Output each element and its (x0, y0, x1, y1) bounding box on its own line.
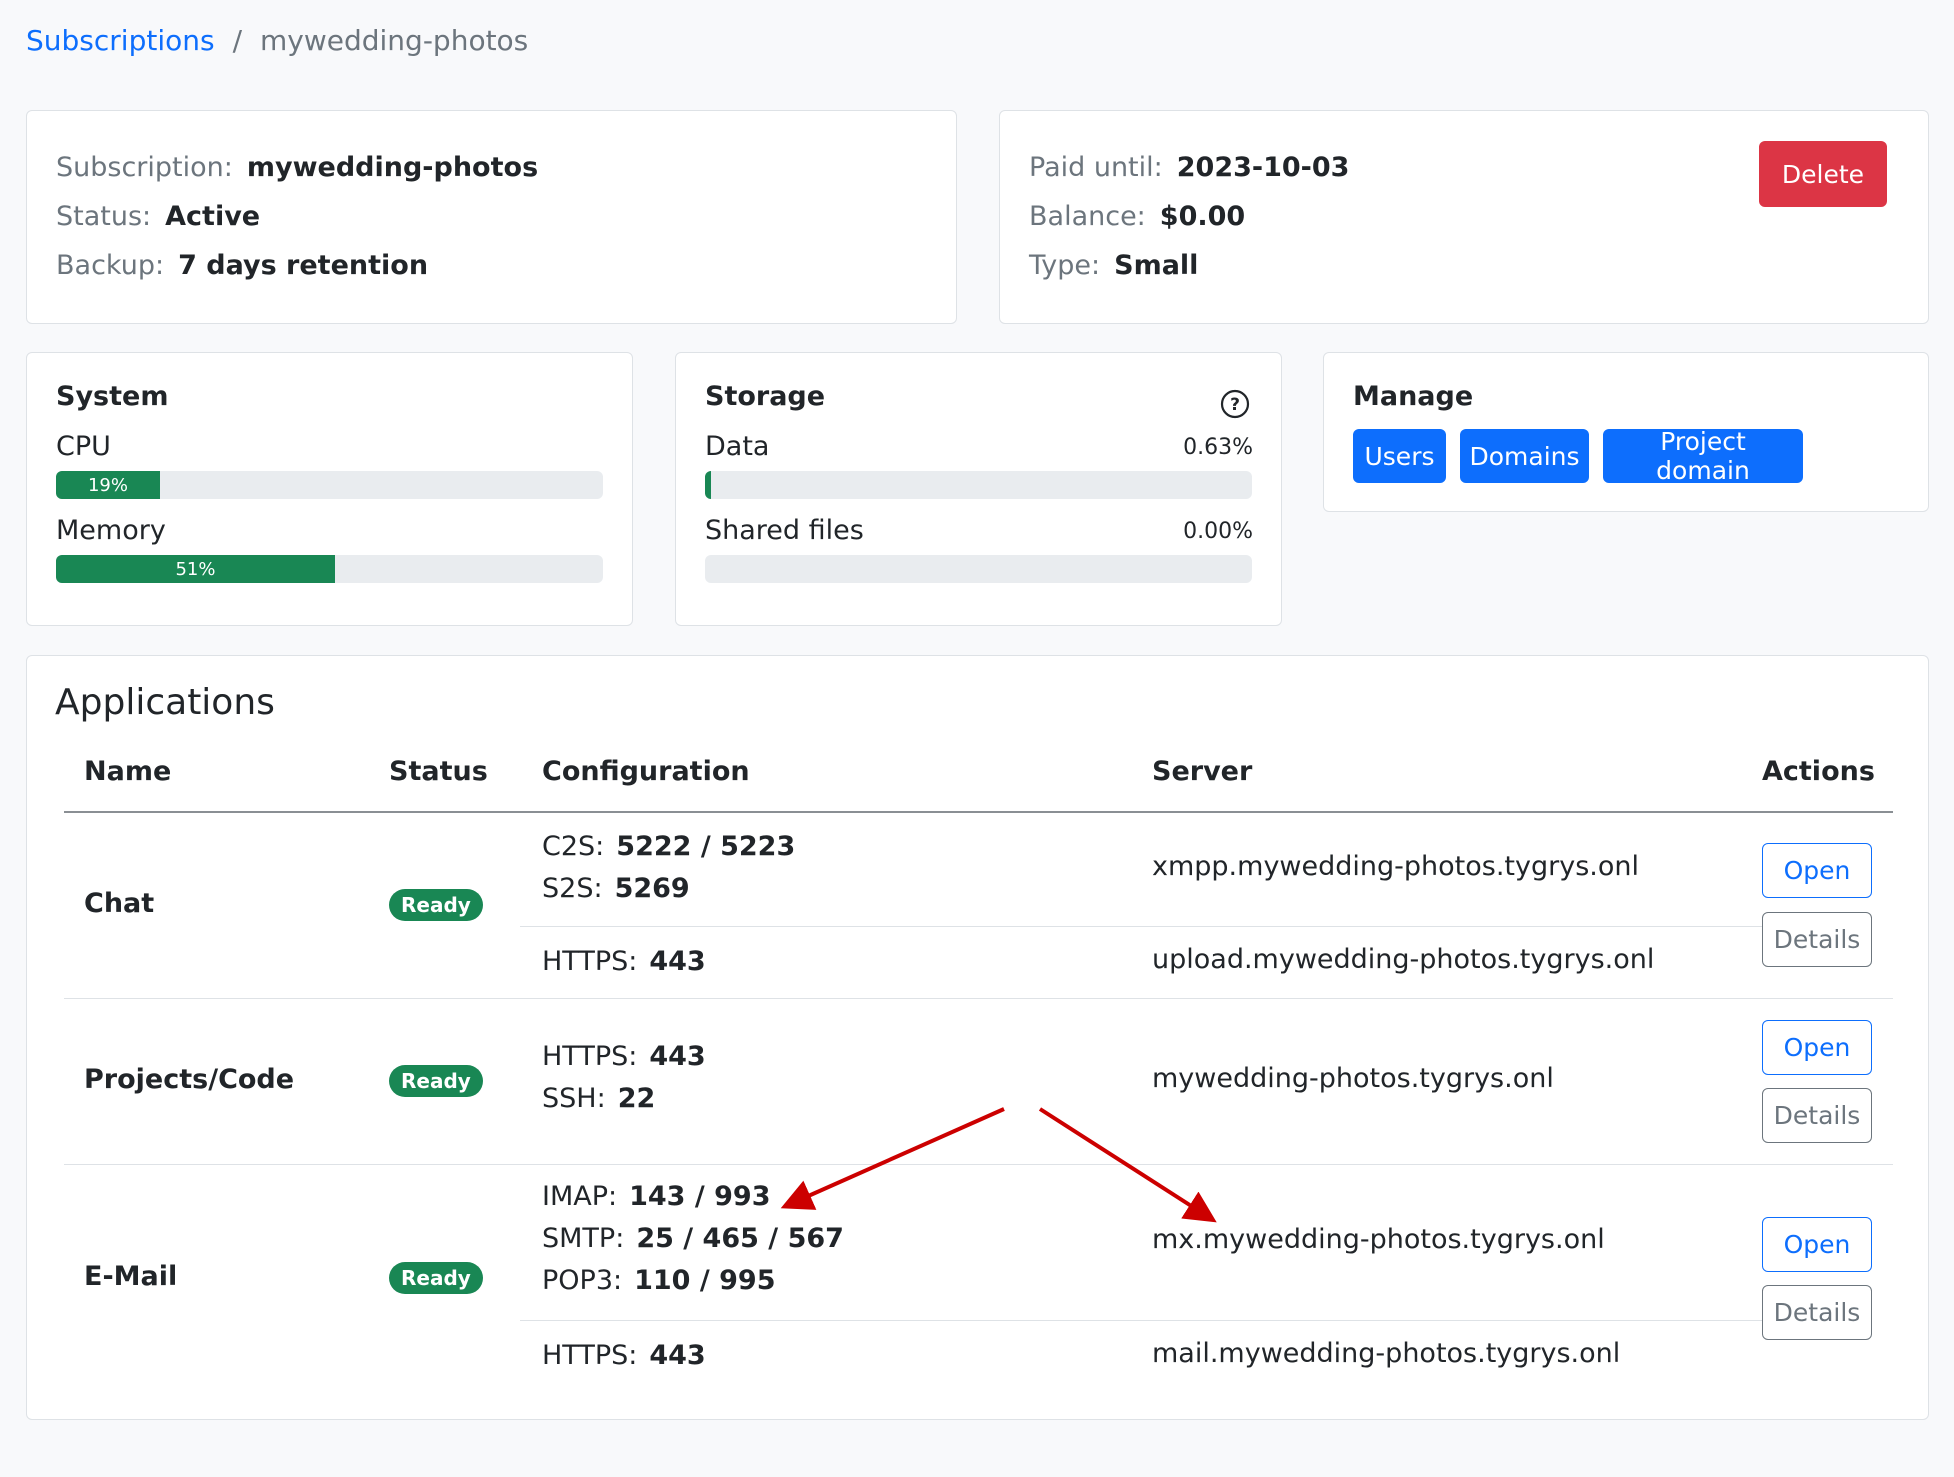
cpu-label: CPU (56, 431, 111, 462)
column-header-actions: Actions (1762, 756, 1875, 787)
data-value: 0.63% (1183, 435, 1253, 460)
config-group: HTTPS: 443 (542, 1340, 706, 1371)
open-button-email[interactable]: Open (1762, 1217, 1872, 1272)
shared-files-value: 0.00% (1183, 519, 1253, 544)
subscription-status-row: Status: Active (56, 201, 261, 232)
open-button-chat[interactable]: Open (1762, 843, 1872, 898)
applications-title: Applications (55, 682, 275, 723)
question-circle-icon[interactable]: ? (1220, 389, 1250, 419)
cpu-progress-fill: 19% (56, 471, 160, 499)
server-address: mywedding-photos.tygrys.onl (1152, 1063, 1554, 1094)
balance-value: $0.00 (1159, 201, 1246, 232)
delete-button[interactable]: Delete (1759, 141, 1887, 207)
data-progress-fill (705, 471, 711, 499)
subscription-name: mywedding-photos (246, 152, 539, 183)
data-label: Data (705, 431, 770, 462)
applications-card: Applications Name Status Configuration S… (26, 655, 1929, 1420)
breadcrumb-separator: / (232, 24, 242, 57)
server-address: mx.mywedding-photos.tygrys.onl (1152, 1224, 1605, 1255)
manage-title: Manage (1353, 381, 1474, 412)
breadcrumb-subscriptions-link[interactable]: Subscriptions (26, 24, 215, 57)
data-progress-bar (705, 471, 1252, 499)
memory-progress-bar: 51% (56, 555, 603, 583)
project-domain-button[interactable]: Project domain (1603, 427, 1803, 485)
subscription-status: Active (165, 201, 261, 232)
column-header-server: Server (1152, 756, 1253, 787)
server-address: xmpp.mywedding-photos.tygrys.onl (1152, 851, 1639, 882)
type-row: Type: Small (1029, 250, 1199, 281)
subscription-name-row: Subscription: mywedding-photos (56, 152, 539, 183)
billing-card: Paid until: 2023-10-03 Balance: $0.00 Type… (999, 110, 1929, 324)
app-name-chat: Chat (84, 888, 155, 919)
config-group: HTTPS: 443 (542, 946, 706, 977)
row-divider (64, 998, 1893, 999)
details-button-email[interactable]: Details (1762, 1285, 1872, 1340)
row-divider (64, 1164, 1893, 1165)
storage-card: Storage ? Data 0.63% Shared files 0.00% (675, 352, 1282, 626)
open-button-projects-code[interactable]: Open (1762, 1020, 1872, 1075)
server-address: upload.mywedding-photos.tygrys.onl (1152, 944, 1655, 975)
shared-files-progress-bar (705, 555, 1252, 583)
server-address: mail.mywedding-photos.tygrys.onl (1152, 1338, 1621, 1369)
storage-title: Storage (705, 381, 826, 412)
subscription-backup: 7 days retention (178, 250, 429, 281)
subrow-divider (520, 1320, 1770, 1321)
column-header-status: Status (389, 756, 488, 787)
breadcrumb: Subscriptions / mywedding-photos (26, 24, 528, 57)
cpu-progress-bar: 19% (56, 471, 603, 499)
memory-label: Memory (56, 515, 166, 546)
breadcrumb-current: mywedding-photos (260, 24, 529, 57)
memory-progress-fill: 51% (56, 555, 335, 583)
system-card: System CPU 19% Memory 51% (26, 352, 633, 626)
app-name-email: E-Mail (84, 1261, 178, 1292)
config-group: HTTPS: 443 SSH: 22 (542, 1041, 706, 1114)
paid-until-value: 2023-10-03 (1176, 152, 1350, 183)
subrow-divider (520, 926, 1770, 927)
details-button-chat[interactable]: Details (1762, 912, 1872, 967)
svg-text:?: ? (1230, 395, 1240, 415)
status-badge: Ready (389, 889, 483, 921)
table-header-divider (64, 811, 1893, 813)
shared-files-label: Shared files (705, 515, 864, 546)
config-group: C2S: 5222 / 5223 S2S: 5269 (542, 831, 796, 904)
config-group: IMAP: 143 / 993 SMTP: 25 / 465 / 567 POP3:… (542, 1181, 844, 1296)
status-badge: Ready (389, 1262, 483, 1294)
system-title: System (56, 381, 169, 412)
app-name-projects-code: Projects/Code (84, 1064, 295, 1095)
column-header-configuration: Configuration (542, 756, 750, 787)
status-badge: Ready (389, 1065, 483, 1097)
users-button[interactable]: Users (1353, 429, 1446, 483)
subscription-info-card: Subscription: mywedding-photos Status: Act… (26, 110, 957, 324)
type-value: Small (1114, 250, 1199, 281)
column-header-name: Name (84, 756, 172, 787)
subscription-backup-row: Backup: 7 days retention (56, 250, 429, 281)
details-button-projects-code[interactable]: Details (1762, 1088, 1872, 1143)
manage-card: Manage Users Domains Project domain (1323, 352, 1929, 512)
domains-button[interactable]: Domains (1460, 429, 1589, 483)
